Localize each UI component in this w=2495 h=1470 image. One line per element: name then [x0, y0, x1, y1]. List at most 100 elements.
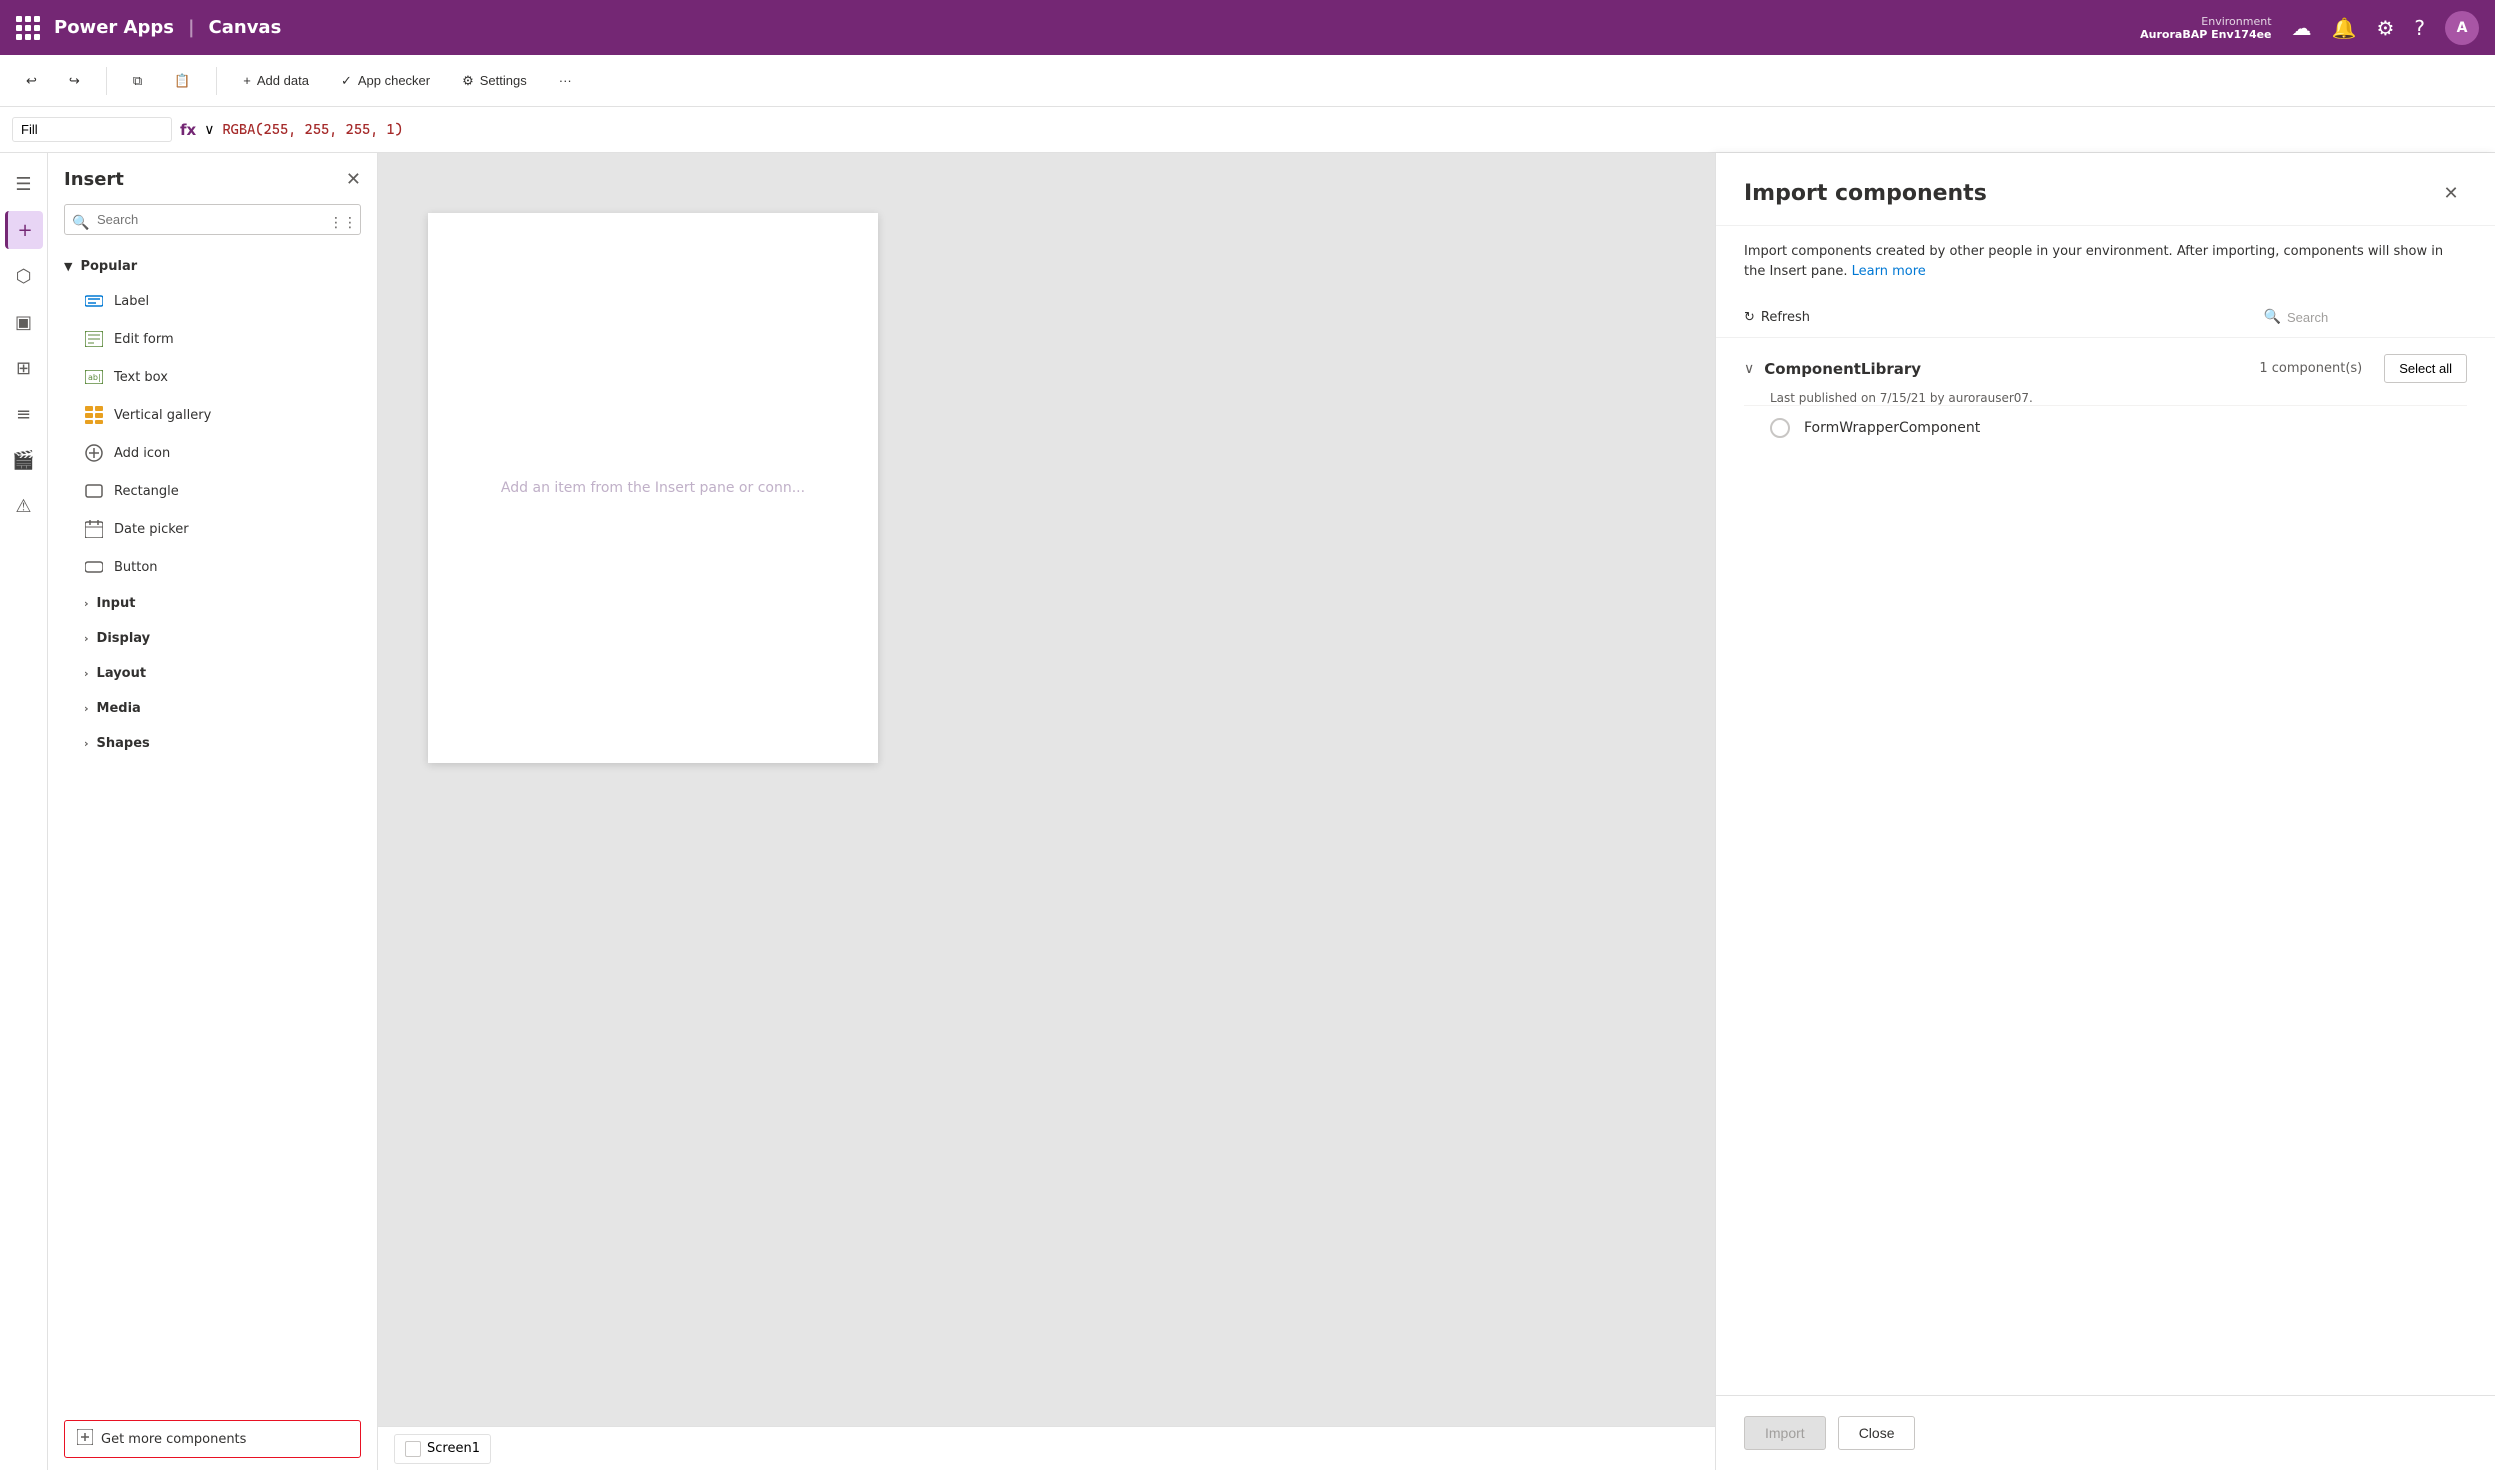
media-icon[interactable]: 🎬: [5, 441, 43, 479]
more-icon: ···: [559, 73, 572, 88]
learn-more-link[interactable]: Learn more: [1852, 264, 1926, 279]
import-header: Import components ✕: [1716, 153, 2495, 226]
button-icon: [84, 557, 104, 577]
insert-item-edit-form[interactable]: Edit form: [48, 320, 377, 358]
equals-icon: ∨: [204, 122, 214, 138]
display-subsection[interactable]: › Display: [48, 621, 377, 656]
toolbar-separator-2: [216, 67, 217, 95]
formula-value[interactable]: RGBA(255, 255, 255, 1): [222, 122, 402, 138]
insert-item-rectangle[interactable]: Rectangle: [48, 472, 377, 510]
insert-header: Insert ✕: [48, 153, 377, 198]
toolbar-separator: [106, 67, 107, 95]
import-search-container: 🔍: [2264, 309, 2467, 325]
component-item: FormWrapperComponent: [1744, 405, 2467, 450]
media-subsection[interactable]: › Media: [48, 691, 377, 726]
shapes-subsection[interactable]: › Shapes: [48, 726, 377, 761]
search-icon: 🔍: [72, 215, 89, 231]
insert-items-list: ▼ Popular Label Edit form ab| Text bo: [48, 247, 377, 1408]
env-name: AuroraBAP Env174ee: [2140, 28, 2271, 41]
screen-tab[interactable]: Screen1: [394, 1434, 491, 1464]
insert-item-text-box[interactable]: ab| Text box: [48, 358, 377, 396]
app-checker-button[interactable]: ✓ App checker: [331, 67, 440, 95]
avatar[interactable]: A: [2445, 11, 2479, 45]
main-layout: ☰ + ⬡ ▣ ⊞ ≡ 🎬 ⚠ Insert ✕ 🔍 ⋮⋮ ▼ Popular: [0, 153, 2495, 1470]
input-chevron: ›: [84, 597, 89, 610]
import-button[interactable]: Import: [1744, 1416, 1826, 1450]
bell-icon[interactable]: 🔔: [2332, 16, 2357, 40]
insert-item-add-icon[interactable]: Add icon: [48, 434, 377, 472]
app-logo: Power Apps | Canvas: [16, 16, 281, 40]
import-title: Import components: [1744, 181, 1987, 206]
close-insert-icon[interactable]: ✕: [346, 169, 361, 190]
gear-icon[interactable]: ⚙: [2376, 16, 2394, 40]
paste-button[interactable]: 📋: [164, 67, 200, 95]
import-desc-text: Import components created by other peopl…: [1744, 244, 2443, 279]
undo-icon: ↩: [26, 73, 37, 89]
waffle-icon[interactable]: [16, 16, 40, 40]
vertical-gallery-icon: [84, 405, 104, 425]
screen-checkbox[interactable]: [405, 1441, 421, 1457]
import-search-icon: 🔍: [2264, 309, 2281, 325]
library-count: 1 component(s): [2259, 361, 2362, 376]
search-input[interactable]: [64, 204, 361, 235]
formula-bar: Fill fx ∨ RGBA(255, 255, 255, 1): [0, 107, 2495, 153]
canvas-content[interactable]: Add an item from the Insert pane or conn…: [378, 153, 1715, 1426]
undo-button[interactable]: ↩: [16, 67, 47, 95]
insert-panel: Insert ✕ 🔍 ⋮⋮ ▼ Popular Label: [48, 153, 378, 1470]
label-text: Label: [114, 294, 149, 309]
edit-form-icon: [84, 329, 104, 349]
copy-button[interactable]: ⧉: [123, 67, 152, 95]
component-radio[interactable]: [1770, 418, 1790, 438]
copy-icon: ⧉: [133, 73, 142, 89]
svg-text:ab|: ab|: [88, 373, 101, 382]
insert-item-vertical-gallery[interactable]: Vertical gallery: [48, 396, 377, 434]
toolbar: ↩ ↪ ⧉ 📋 + Add data ✓ App checker ⚙ Setti…: [0, 55, 2495, 107]
layout-chevron: ›: [84, 667, 89, 680]
paste-icon: 📋: [174, 73, 190, 89]
date-picker-text: Date picker: [114, 522, 189, 537]
property-select[interactable]: Fill: [12, 117, 172, 142]
insert-item-date-picker[interactable]: Date picker: [48, 510, 377, 548]
import-panel: Import components ✕ Import components cr…: [1715, 153, 2495, 1470]
settings-button[interactable]: ⚙ Settings: [452, 67, 537, 95]
close-import-icon[interactable]: ✕: [2435, 177, 2467, 209]
close-button[interactable]: Close: [1838, 1416, 1916, 1450]
add-data-button[interactable]: + Add data: [233, 67, 319, 94]
help-icon[interactable]: ?: [2414, 16, 2425, 40]
refresh-icon: ↻: [1744, 310, 1755, 325]
canvas-label: Canvas: [209, 17, 282, 38]
popular-label: Popular: [80, 259, 137, 274]
rectangle-text: Rectangle: [114, 484, 179, 499]
nav-icon[interactable]: ☰: [5, 165, 43, 203]
layout-subsection[interactable]: › Layout: [48, 656, 377, 691]
variables-icon[interactable]: ≡: [5, 395, 43, 433]
refresh-button[interactable]: ↻ Refresh: [1744, 310, 1810, 325]
add-icon-text: Add icon: [114, 446, 170, 461]
text-box-text: Text box: [114, 370, 168, 385]
data-icon[interactable]: ⬡: [5, 257, 43, 295]
input-subsection[interactable]: › Input: [48, 586, 377, 621]
library-chevron-icon[interactable]: ∨: [1744, 361, 1754, 377]
screens-icon[interactable]: ▣: [5, 303, 43, 341]
display-label: Display: [97, 631, 151, 646]
fx-icon: fx: [180, 121, 196, 139]
get-more-components-button[interactable]: Get more components: [64, 1420, 361, 1458]
import-search-input[interactable]: [2287, 310, 2467, 325]
components-icon[interactable]: ⊞: [5, 349, 43, 387]
popular-section-header[interactable]: ▼ Popular: [48, 251, 377, 282]
insert-nav-icon[interactable]: +: [5, 211, 43, 249]
select-all-button[interactable]: Select all: [2384, 354, 2467, 383]
search-options-icon[interactable]: ⋮⋮: [329, 215, 357, 231]
redo-icon: ↪: [69, 73, 80, 89]
insert-item-button[interactable]: Button: [48, 548, 377, 586]
redo-button[interactable]: ↪: [59, 67, 90, 95]
import-toolbar: ↻ Refresh 🔍: [1716, 297, 2495, 338]
more-button[interactable]: ···: [549, 67, 582, 94]
date-picker-icon: [84, 519, 104, 539]
settings-icon: ⚙: [462, 73, 474, 89]
canvas-placeholder: Add an item from the Insert pane or conn…: [501, 480, 805, 496]
alerts-icon[interactable]: ⚠: [5, 487, 43, 525]
insert-item-label[interactable]: Label: [48, 282, 377, 320]
display-chevron: ›: [84, 632, 89, 645]
env-label: Environment: [2201, 15, 2271, 28]
